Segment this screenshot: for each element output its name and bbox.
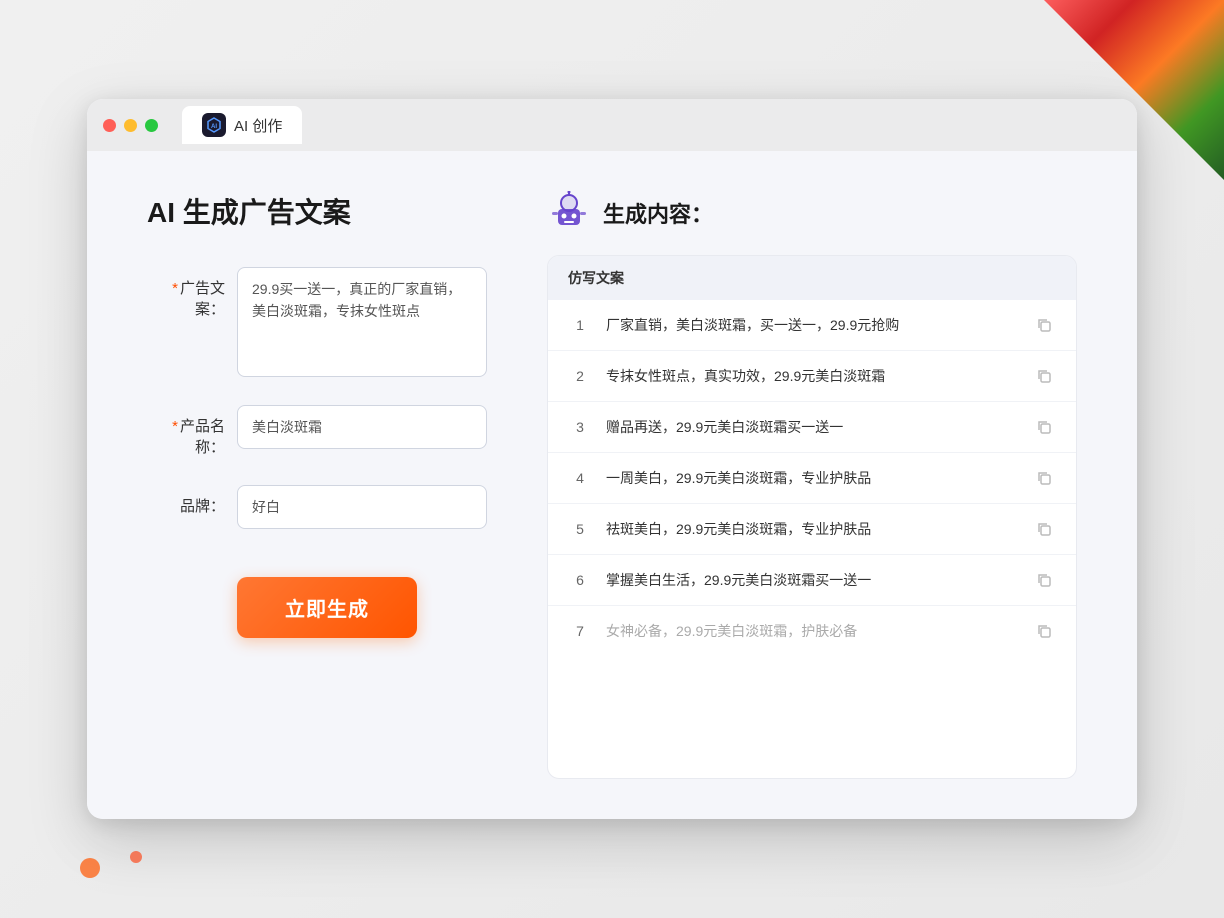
row-number: 6 xyxy=(568,572,592,588)
product-name-group: *产品名称： xyxy=(147,405,487,457)
result-header: 生成内容： xyxy=(547,191,1077,235)
ad-copy-group: *广告文案： xyxy=(147,267,487,377)
table-row: 7 女神必备，29.9元美白淡斑霜，护肤必备 xyxy=(548,606,1076,656)
result-title: 生成内容： xyxy=(603,197,713,229)
copy-button[interactable] xyxy=(1032,568,1056,592)
table-row: 6 掌握美白生活，29.9元美白淡斑霜买一送一 xyxy=(548,555,1076,606)
corner-decoration-bl2 xyxy=(130,851,142,863)
row-number: 4 xyxy=(568,470,592,486)
table-row: 4 一周美白，29.9元美白淡斑霜，专业护肤品 xyxy=(548,453,1076,504)
required-star-1: * xyxy=(172,280,178,297)
table-row: 2 专抹女性斑点，真实功效，29.9元美白淡斑霜 xyxy=(548,351,1076,402)
copy-button[interactable] xyxy=(1032,364,1056,388)
row-number: 5 xyxy=(568,521,592,537)
table-row: 3 赠品再送，29.9元美白淡斑霜买一送一 xyxy=(548,402,1076,453)
row-text: 一周美白，29.9元美白淡斑霜，专业护肤品 xyxy=(606,468,1018,489)
copy-button[interactable] xyxy=(1032,619,1056,643)
copy-button[interactable] xyxy=(1032,415,1056,439)
product-name-label: *产品名称： xyxy=(147,405,237,457)
row-text: 祛斑美白，29.9元美白淡斑霜，专业护肤品 xyxy=(606,519,1018,540)
window-controls xyxy=(103,119,158,132)
row-number: 2 xyxy=(568,368,592,384)
brand-input[interactable] xyxy=(237,485,487,529)
row-number: 7 xyxy=(568,623,592,639)
row-number: 3 xyxy=(568,419,592,435)
page-title: AI 生成广告文案 xyxy=(147,191,487,231)
row-text: 女神必备，29.9元美白淡斑霜，护肤必备 xyxy=(606,621,1018,642)
brand-label: 品牌： xyxy=(147,485,237,516)
main-content: AI 生成广告文案 *广告文案： *产品名称： 品牌： 立 xyxy=(87,151,1137,819)
copy-button[interactable] xyxy=(1032,466,1056,490)
row-text: 专抹女性斑点，真实功效，29.9元美白淡斑霜 xyxy=(606,366,1018,387)
maximize-button[interactable] xyxy=(145,119,158,132)
ad-copy-label: *广告文案： xyxy=(147,267,237,319)
right-panel: 生成内容： 仿写文案 1 厂家直销，美白淡斑霜，买一送一，29.9元抢购 2 专抹女… xyxy=(547,191,1077,779)
required-star-2: * xyxy=(172,418,178,435)
row-text: 厂家直销，美白淡斑霜，买一送一，29.9元抢购 xyxy=(606,315,1018,336)
result-table: 仿写文案 1 厂家直销，美白淡斑霜，买一送一，29.9元抢购 2 专抹女性斑点，真实… xyxy=(547,255,1077,779)
ad-copy-input[interactable] xyxy=(237,267,487,377)
row-text: 赠品再送，29.9元美白淡斑霜买一送一 xyxy=(606,417,1018,438)
tab-label: AI 创作 xyxy=(234,115,282,136)
copy-button[interactable] xyxy=(1032,517,1056,541)
tab-ai-creation[interactable]: AI AI 创作 xyxy=(182,106,302,144)
minimize-button[interactable] xyxy=(124,119,137,132)
result-rows-container: 1 厂家直销，美白淡斑霜，买一送一，29.9元抢购 2 专抹女性斑点，真实功效，29… xyxy=(548,300,1076,656)
table-header: 仿写文案 xyxy=(548,256,1076,300)
svg-text:AI: AI xyxy=(211,124,217,130)
generate-button[interactable]: 立即生成 xyxy=(237,577,417,638)
copy-button[interactable] xyxy=(1032,313,1056,337)
robot-icon xyxy=(547,191,591,235)
table-row: 5 祛斑美白，29.9元美白淡斑霜，专业护肤品 xyxy=(548,504,1076,555)
table-row: 1 厂家直销，美白淡斑霜，买一送一，29.9元抢购 xyxy=(548,300,1076,351)
browser-window: AI AI 创作 AI 生成广告文案 *广告文案： *产品名称： xyxy=(87,99,1137,819)
title-bar: AI AI 创作 xyxy=(87,99,1137,151)
corner-decoration-bl xyxy=(80,858,100,878)
close-button[interactable] xyxy=(103,119,116,132)
row-number: 1 xyxy=(568,317,592,333)
product-name-input[interactable] xyxy=(237,405,487,449)
ai-icon: AI xyxy=(202,113,226,137)
left-panel: AI 生成广告文案 *广告文案： *产品名称： 品牌： 立 xyxy=(147,191,487,779)
brand-group: 品牌： xyxy=(147,485,487,529)
row-text: 掌握美白生活，29.9元美白淡斑霜买一送一 xyxy=(606,570,1018,591)
